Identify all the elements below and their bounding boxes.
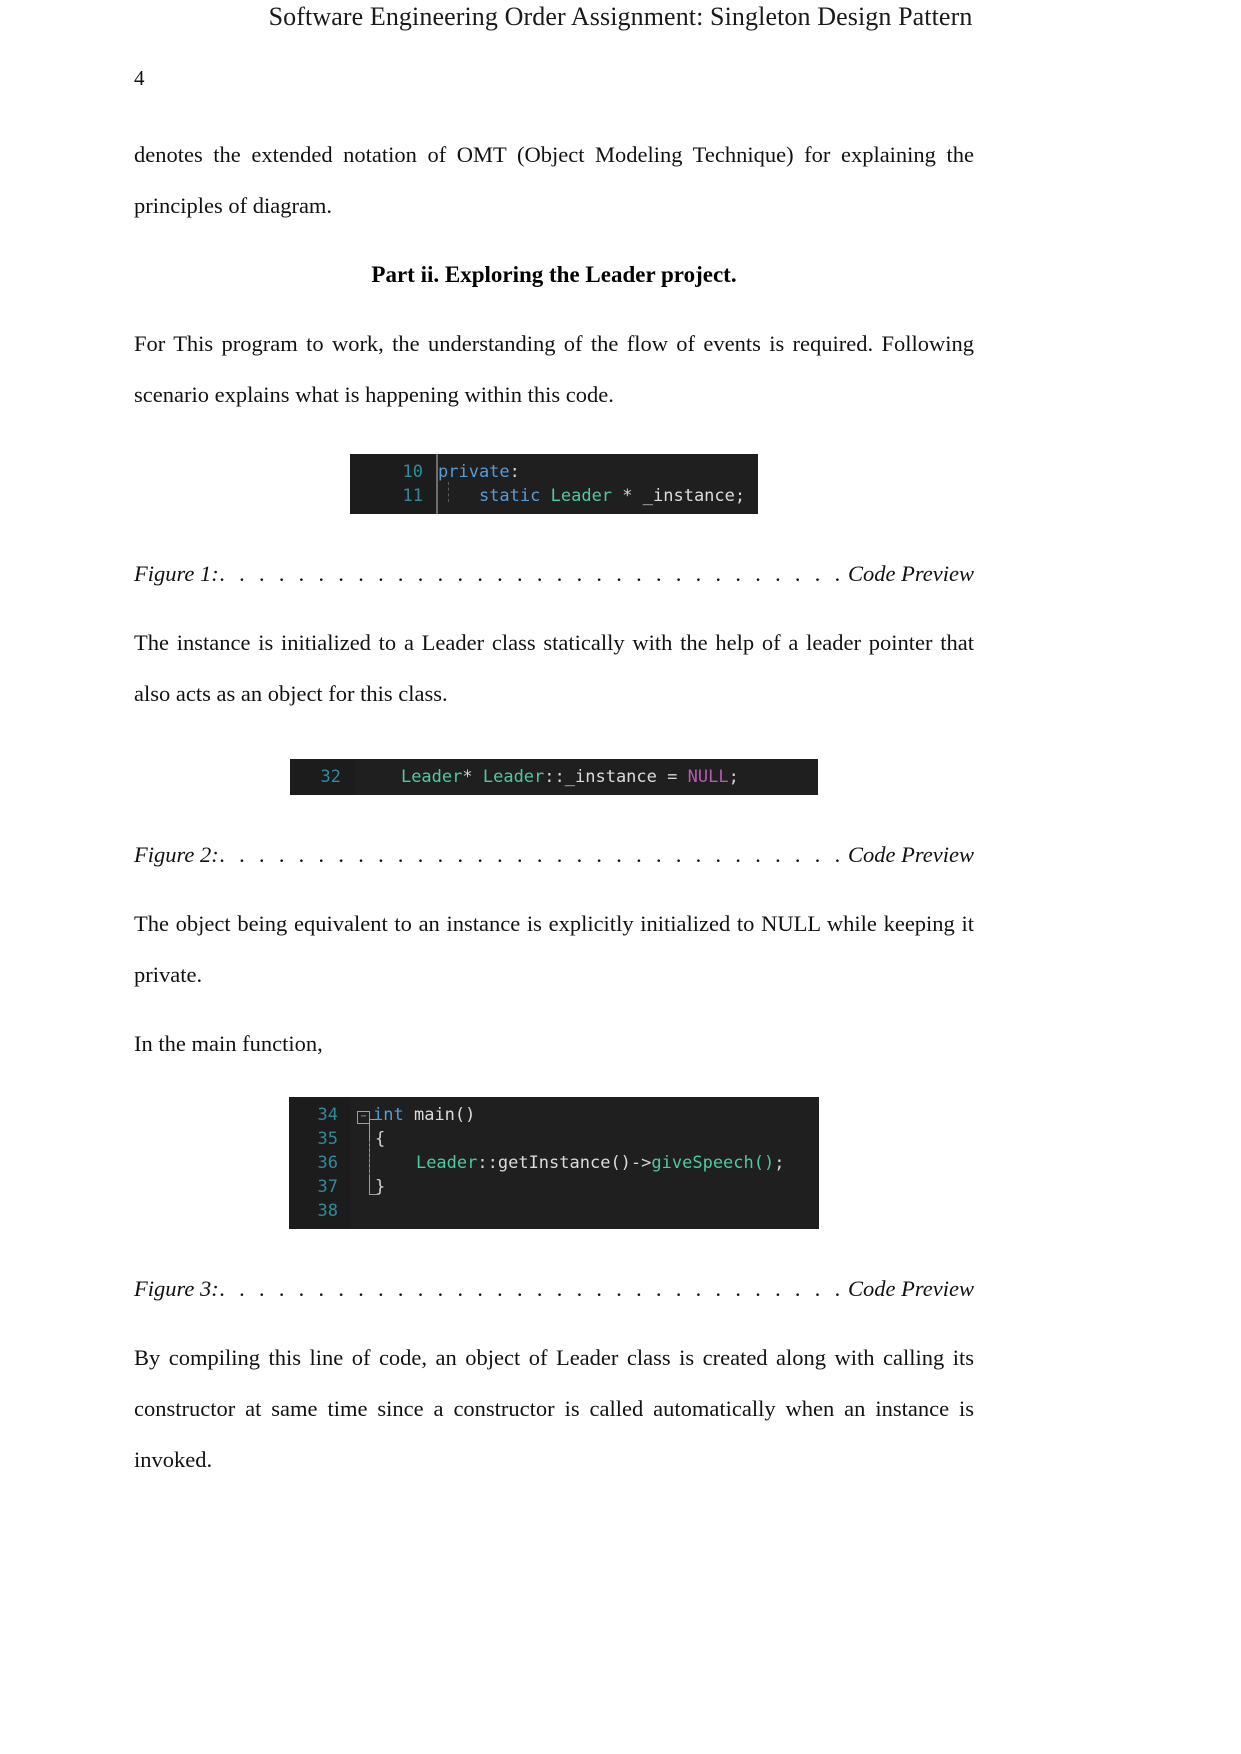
token-colon: : bbox=[509, 462, 520, 482]
running-header: Software Engineering Order Assignment: S… bbox=[268, 2, 973, 31]
paragraph-main-function: In the main function, bbox=[134, 1031, 323, 1056]
code-screenshot-figure-2: 32 Leader* Leader::_instance = NULL; bbox=[290, 759, 818, 795]
line-number: 32 bbox=[320, 767, 341, 787]
indent-guide bbox=[448, 482, 450, 502]
token-scope-resolution: :: bbox=[477, 1153, 498, 1173]
figure-2-caption: Figure 2: . . . . . . . . . . . . . . . … bbox=[134, 829, 974, 880]
page-number: 4 bbox=[134, 66, 145, 90]
figure-2-dot-leader: . . . . . . . . . . . . . . . . . . . . … bbox=[219, 842, 846, 867]
line-number-gutter-1: 10 11 bbox=[350, 454, 436, 514]
paragraph-object-null: The object being equivalent to an instan… bbox=[134, 911, 974, 987]
code-line-37: } bbox=[357, 1175, 809, 1199]
figure-3-caption: Figure 3: . . . . . . . . . . . . . . . … bbox=[134, 1263, 974, 1314]
code-screenshot-figure-1: 10 11 private: static Leader * _instance… bbox=[350, 454, 758, 514]
figure-2-container: 32 Leader* Leader::_instance = NULL; bbox=[134, 759, 974, 795]
code-fold-brace-guide bbox=[369, 1119, 379, 1195]
line-number-gutter-2: 32 bbox=[290, 759, 354, 795]
line-number: 38 bbox=[317, 1201, 338, 1221]
token-semicolon: ; bbox=[734, 486, 746, 506]
figure-1-caption-text: Code Preview bbox=[847, 561, 974, 586]
code-line-34: − int main() bbox=[357, 1103, 809, 1127]
figure-3-dot-leader: . . . . . . . . . . . . . . . . . . . . … bbox=[219, 1276, 846, 1301]
token-variable-instance: _instance bbox=[642, 486, 735, 506]
line-number: 11 bbox=[402, 486, 423, 506]
code-text-area-3: − int main() { Leader::getInstance()->giv… bbox=[351, 1097, 819, 1229]
code-text-area-1: private: static Leader * _instance; bbox=[438, 454, 758, 514]
figure-1-container: 10 11 private: static Leader * _instance… bbox=[134, 454, 974, 514]
page-content: 4 denotes the extended notation of OMT (… bbox=[134, 62, 974, 1485]
figure-1-caption: Figure 1: . . . . . . . . . . . . . . . … bbox=[134, 548, 974, 599]
figure-2-label: Figure 2: bbox=[134, 842, 219, 867]
figure-3-label: Figure 3: bbox=[134, 1276, 219, 1301]
code-line-35: { bbox=[357, 1127, 809, 1151]
token-pointer-star: * bbox=[612, 486, 643, 506]
code-line-38 bbox=[357, 1199, 809, 1223]
code-text-area-2: Leader* Leader::_instance = NULL; bbox=[354, 759, 818, 795]
token-type-leader: Leader bbox=[550, 486, 613, 506]
token-arrow-operator: -> bbox=[630, 1153, 652, 1173]
token-type-leader-scope: Leader bbox=[482, 767, 545, 787]
token-keyword-private: private bbox=[438, 462, 510, 482]
figure-1-label: Figure 1: bbox=[134, 561, 219, 586]
document-page: Software Engineering Order Assignment: S… bbox=[0, 0, 1241, 1754]
token-pointer-star: * bbox=[462, 767, 483, 787]
paragraph-compiling-line: By compiling this line of code, an objec… bbox=[134, 1345, 974, 1472]
code-line-10: private: bbox=[438, 460, 748, 484]
token-call-getinstance: getInstance() bbox=[497, 1153, 631, 1173]
line-number: 10 bbox=[402, 462, 423, 482]
token-call-givespeech: giveSpeech() bbox=[651, 1153, 775, 1173]
token-assignment-operator: = bbox=[656, 767, 688, 787]
figure-3-container: 34 35 36 37 38 − int main() { Leader::get… bbox=[134, 1097, 974, 1229]
line-number: 35 bbox=[317, 1129, 338, 1149]
code-line-11: static Leader * _instance; bbox=[438, 484, 748, 508]
code-line-32: Leader* Leader::_instance = NULL; bbox=[360, 765, 808, 789]
paragraph-instance-initialized: The instance is initialized to a Leader … bbox=[134, 630, 974, 706]
figure-3-caption-text: Code Preview bbox=[847, 1276, 974, 1301]
token-keyword-static: static bbox=[478, 486, 541, 506]
token-type-leader: Leader bbox=[415, 1153, 478, 1173]
line-number-gutter-3: 34 35 36 37 38 bbox=[289, 1097, 351, 1229]
token-semicolon: ; bbox=[728, 767, 739, 787]
indent-guide bbox=[369, 1141, 370, 1175]
heading-part-ii: Part ii. Exploring the Leader project. bbox=[371, 262, 737, 287]
paragraph-flow-of-events: For This program to work, the understand… bbox=[134, 331, 974, 407]
figure-1-dot-leader: . . . . . . . . . . . . . . . . . . . . … bbox=[219, 561, 846, 586]
token-function-main: main() bbox=[413, 1105, 476, 1125]
token-scope-resolution: :: bbox=[544, 767, 565, 787]
paragraph-intro: denotes the extended notation of OMT (Ob… bbox=[134, 142, 974, 218]
figure-2-caption-text: Code Preview bbox=[847, 842, 974, 867]
code-screenshot-figure-3: 34 35 36 37 38 − int main() { Leader::get… bbox=[289, 1097, 819, 1229]
token-semicolon: ; bbox=[774, 1153, 785, 1173]
token-empty bbox=[375, 1201, 385, 1221]
token-type-leader-return: Leader bbox=[400, 767, 463, 787]
line-number: 37 bbox=[317, 1177, 338, 1197]
token-constant-null: NULL bbox=[687, 767, 729, 787]
code-line-36: Leader::getInstance()->giveSpeech(); bbox=[357, 1151, 809, 1175]
line-number: 34 bbox=[317, 1105, 338, 1125]
token-variable-instance: _instance bbox=[564, 767, 657, 787]
line-number: 36 bbox=[317, 1153, 338, 1173]
